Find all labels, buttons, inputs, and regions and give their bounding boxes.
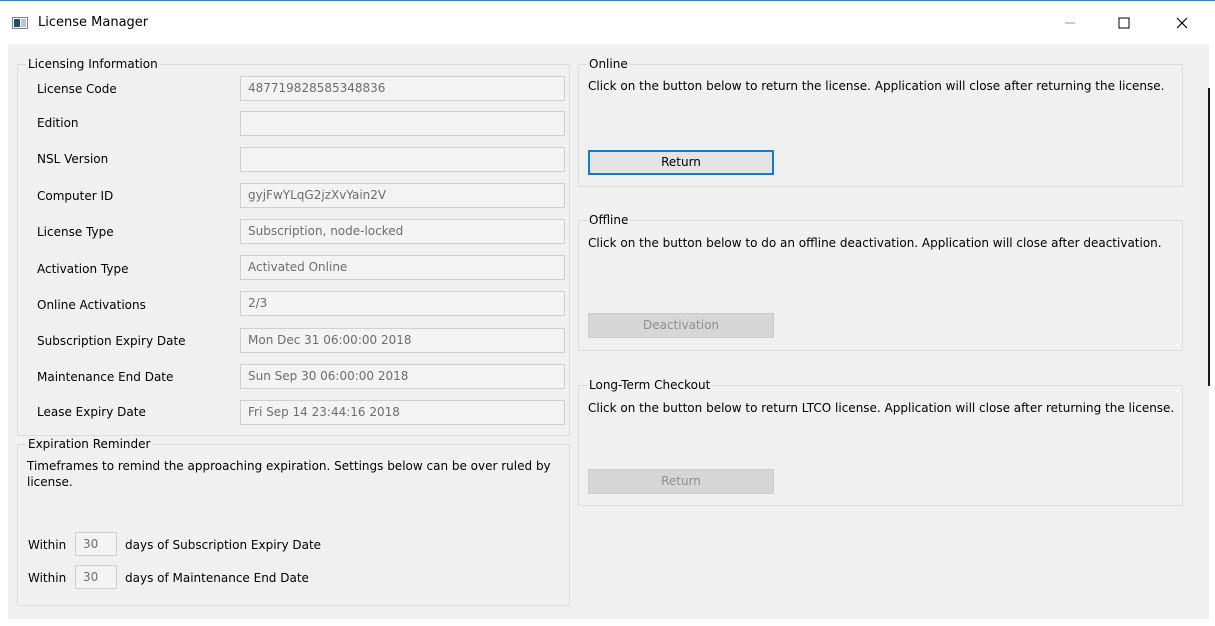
- online-activations-field[interactable]: 2/3: [240, 291, 565, 316]
- expiration-reminder-description: Timeframes to remind the approaching exp…: [27, 459, 551, 489]
- subscription-reminder-suffix: days of Subscription Expiry Date: [125, 538, 322, 552]
- expiration-reminder-group: Expiration Reminder Timeframes to remind…: [17, 437, 570, 606]
- lease-expiry-date-field[interactable]: Fri Sep 14 23:44:16 2018: [240, 400, 565, 425]
- license-manager-window: License Manager Licensing Information Li…: [0, 0, 1215, 626]
- license-code-label: License Code: [37, 82, 117, 96]
- client-area: Licensing Information License Code 48771…: [8, 44, 1209, 619]
- maximize-icon: [1118, 17, 1130, 29]
- online-description: Click on the button below to return the …: [588, 79, 1165, 93]
- close-button[interactable]: [1159, 1, 1205, 45]
- lease-expiry-date-label: Lease Expiry Date: [37, 405, 146, 419]
- title-bar: License Manager: [0, 0, 1215, 45]
- expiration-reminder-legend: Expiration Reminder: [26, 437, 153, 451]
- maintenance-reminder-days-input[interactable]: 30: [75, 565, 117, 589]
- window-title: License Manager: [38, 15, 149, 30]
- online-legend: Online: [587, 57, 630, 71]
- long-term-checkout-description: Click on the button below to return LTCO…: [588, 401, 1175, 415]
- offline-group: Offline Click on the button below to do …: [578, 213, 1183, 351]
- edition-field[interactable]: [240, 111, 565, 136]
- license-manager-app-icon: [12, 17, 28, 29]
- activation-type-label: Activation Type: [37, 262, 129, 276]
- scrollbar[interactable]: [1208, 88, 1210, 386]
- subscription-within-label: Within: [28, 538, 67, 552]
- minimize-icon: [1065, 22, 1075, 24]
- licensing-information-group: Licensing Information License Code 48771…: [17, 57, 570, 436]
- nsl-version-label: NSL Version: [37, 152, 109, 166]
- maintenance-reminder-suffix: days of Maintenance End Date: [125, 571, 309, 585]
- subscription-expiry-date-field[interactable]: Mon Dec 31 06:00:00 2018: [240, 328, 565, 353]
- online-group: Online Click on the button below to retu…: [578, 57, 1183, 187]
- license-type-field[interactable]: Subscription, node-locked: [240, 219, 565, 244]
- license-code-field[interactable]: 487719828585348836: [240, 76, 565, 101]
- maintenance-end-date-label: Maintenance End Date: [37, 370, 174, 384]
- ltco-return-button[interactable]: Return: [588, 469, 774, 494]
- computer-id-field[interactable]: gyjFwYLqG2jzXvYain2V: [240, 183, 565, 208]
- offline-description: Click on the button below to do an offli…: [588, 236, 1162, 250]
- online-activations-label: Online Activations: [37, 298, 146, 312]
- edition-label: Edition: [37, 116, 79, 130]
- maximize-button[interactable]: [1101, 1, 1147, 45]
- licensing-information-legend: Licensing Information: [26, 57, 160, 71]
- subscription-expiry-date-label: Subscription Expiry Date: [37, 334, 186, 348]
- nsl-version-field[interactable]: [240, 147, 565, 172]
- long-term-checkout-legend: Long-Term Checkout: [587, 378, 713, 392]
- close-icon: [1176, 17, 1188, 29]
- activation-type-field[interactable]: Activated Online: [240, 255, 565, 280]
- long-term-checkout-group: Long-Term Checkout Click on the button b…: [578, 378, 1183, 506]
- online-return-button[interactable]: Return: [588, 150, 774, 175]
- offline-legend: Offline: [587, 213, 631, 227]
- computer-id-label: Computer ID: [37, 189, 114, 203]
- maintenance-within-label: Within: [28, 571, 67, 585]
- maintenance-end-date-field[interactable]: Sun Sep 30 06:00:00 2018: [240, 364, 565, 389]
- minimize-button[interactable]: [1047, 1, 1093, 45]
- deactivation-button[interactable]: Deactivation: [588, 313, 774, 338]
- subscription-reminder-days-input[interactable]: 30: [75, 532, 117, 556]
- license-type-label: License Type: [37, 225, 114, 239]
